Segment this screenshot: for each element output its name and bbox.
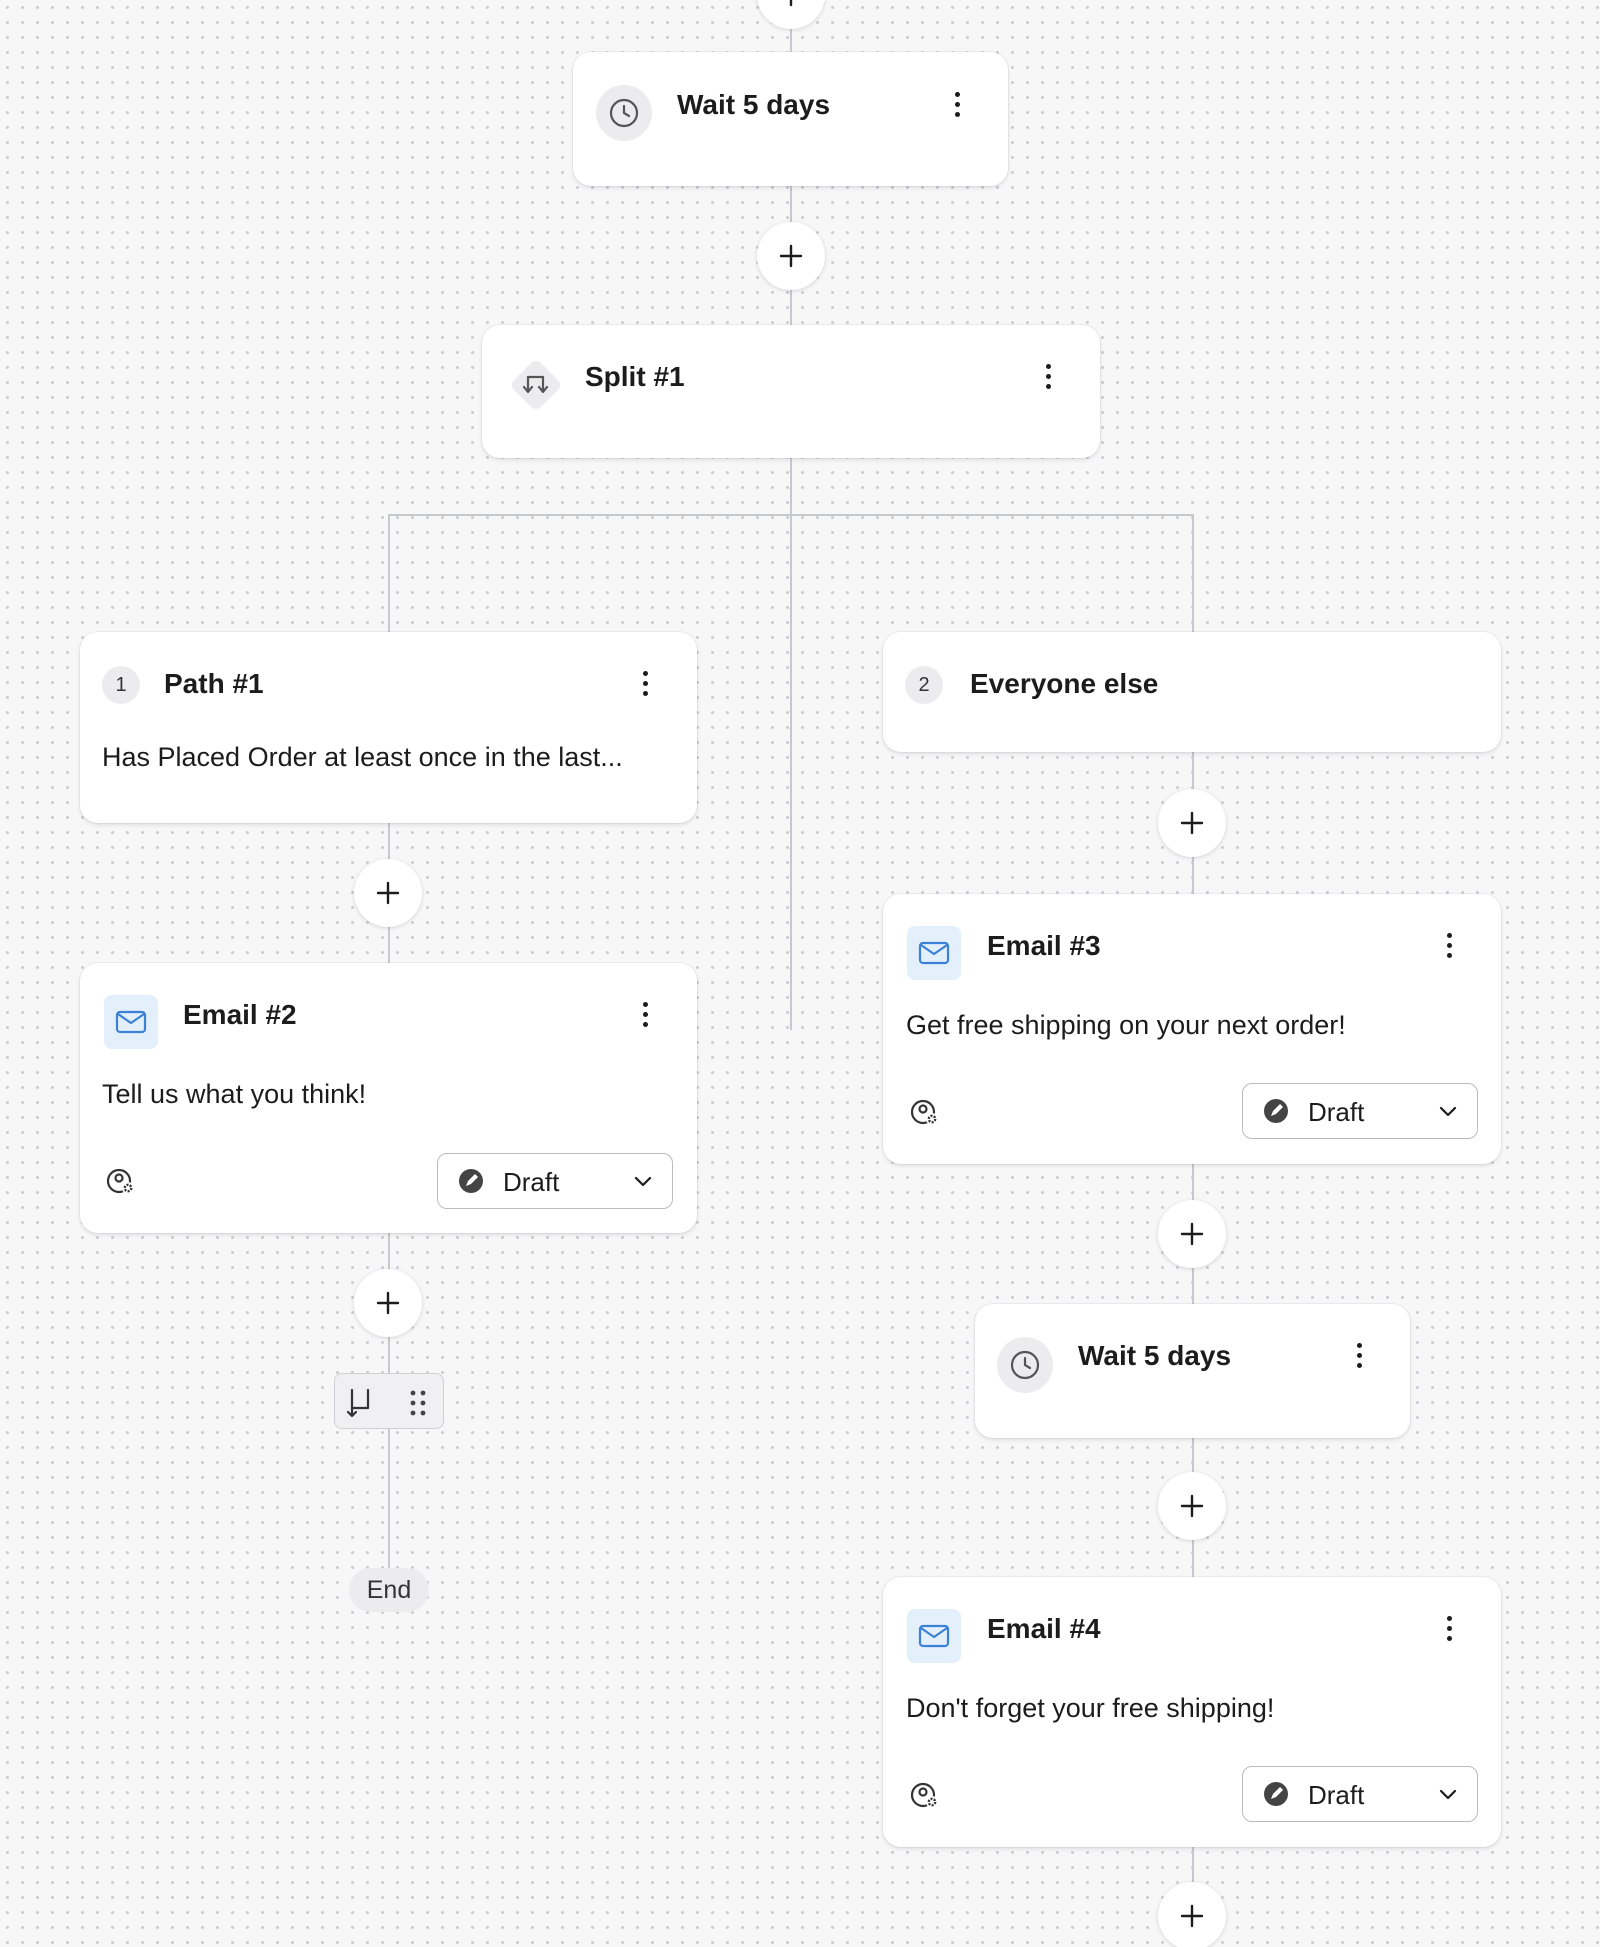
email-step-card[interactable]: Email #3 Get free shipping on your next … [883,894,1501,1164]
draft-icon [1264,1782,1288,1806]
email-subject: Tell us what you think! [102,1079,367,1109]
plus-icon [1180,1494,1204,1518]
wait-step-card[interactable]: Wait 5 days [975,1304,1410,1438]
path-number-badge: 1 [102,666,140,704]
add-step-button[interactable] [757,222,825,290]
draft-icon [459,1169,483,1193]
status-label: Draft [1308,1097,1365,1127]
status-dropdown[interactable]: Draft [1242,1083,1478,1139]
chevron-down-icon [1439,1106,1457,1117]
branch-toolbar [334,1373,444,1429]
step-title: Email #3 [987,930,1101,961]
user-settings-icon[interactable] [910,1097,940,1127]
email-step-card[interactable]: Email #2 Tell us what you think! Draft [80,963,697,1233]
add-step-button[interactable] [757,0,825,29]
draft-icon [1264,1099,1288,1123]
plus-icon [1180,1904,1204,1928]
chevron-down-icon [634,1176,652,1187]
split-step-card[interactable]: Split #1 [482,325,1100,458]
email-icon [907,1609,961,1663]
status-dropdown[interactable]: Draft [1242,1766,1478,1822]
clock-icon [596,85,652,141]
step-title: Split #1 [585,361,685,392]
more-options-icon[interactable] [1437,1610,1461,1646]
path-condition: Has Placed Order at least once in the la… [102,742,623,772]
path-title: Path #1 [164,668,264,699]
more-options-icon[interactable] [945,86,969,122]
step-title: Wait 5 days [677,89,831,120]
email-icon [104,995,158,1049]
step-title: Email #2 [183,999,297,1030]
user-settings-icon[interactable] [106,1166,136,1196]
add-step-button[interactable] [1158,789,1226,857]
user-settings-icon[interactable] [910,1780,940,1810]
path-card-2[interactable]: 2 Everyone else [883,632,1501,752]
connector-line [388,514,1194,516]
plus-icon [789,0,793,7]
plus-icon [376,881,400,905]
email-step-card[interactable]: Email #4 Don't forget your free shipping… [883,1577,1501,1847]
step-title: Wait 5 days [1078,1340,1232,1371]
branch-join-icon[interactable] [343,1386,377,1420]
plus-icon [1180,1222,1204,1246]
more-options-icon[interactable] [1036,358,1060,394]
wait-step-card[interactable]: Wait 5 days [573,52,1008,186]
add-step-button[interactable] [354,859,422,927]
add-step-button[interactable] [1158,1200,1226,1268]
plus-icon [779,244,803,268]
step-title: Email #4 [987,1613,1101,1644]
email-subject: Get free shipping on your next order! [906,1010,1346,1040]
more-options-icon[interactable] [1437,927,1461,963]
end-label: End [349,1568,429,1612]
add-step-button[interactable] [1158,1472,1226,1540]
add-step-button[interactable] [354,1269,422,1337]
path-number-badge: 2 [905,666,943,704]
status-dropdown[interactable]: Draft [437,1153,673,1209]
path-title: Everyone else [970,668,1159,699]
chevron-down-icon [1439,1789,1457,1800]
path-card-1[interactable]: 1 Path #1 Has Placed Order at least once… [80,632,697,823]
drag-handle-icon[interactable] [408,1388,428,1418]
email-subject: Don't forget your free shipping! [906,1693,1275,1723]
add-step-button[interactable] [1158,1882,1226,1947]
plus-icon [1180,811,1204,835]
plus-icon [376,1291,400,1315]
status-label: Draft [1308,1780,1365,1810]
split-icon [504,353,568,417]
more-options-icon[interactable] [633,996,657,1032]
more-options-icon[interactable] [633,665,657,701]
more-options-icon[interactable] [1347,1337,1371,1373]
email-icon [907,926,961,980]
status-label: Draft [503,1167,560,1197]
clock-icon [997,1337,1053,1393]
